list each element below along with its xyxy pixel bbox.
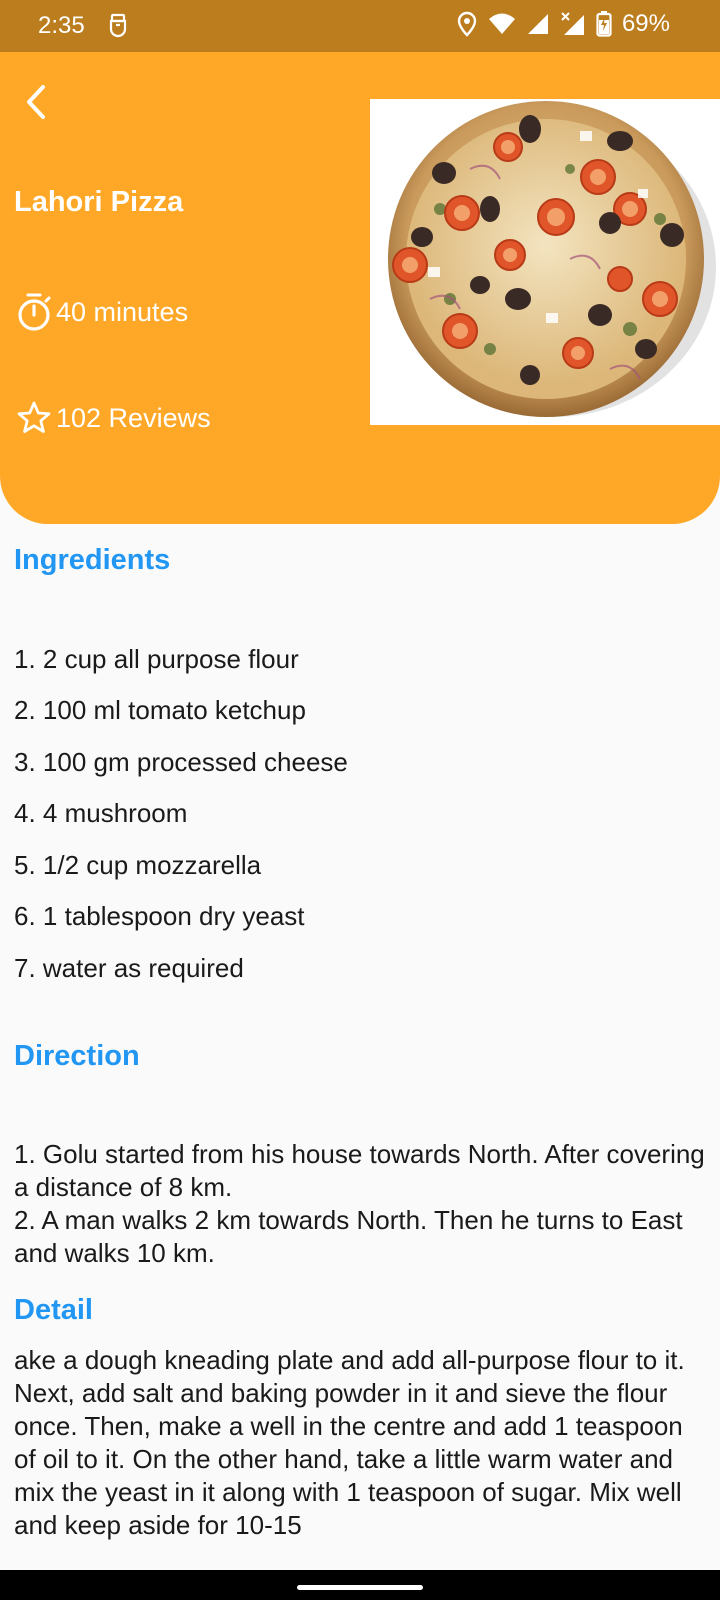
ingredient-item: 7. water as required	[14, 953, 244, 983]
usb-icon	[106, 12, 130, 38]
back-button[interactable]	[14, 78, 58, 126]
cook-time-label: 40 minutes	[56, 296, 189, 327]
detail-text: ake a dough kneading plate and add all-p…	[14, 1345, 685, 1540]
timer-icon	[18, 293, 51, 331]
direction-heading: Direction	[14, 1040, 140, 1072]
home-gesture-handle[interactable]	[297, 1585, 423, 1590]
recipe-header: Lahori Pizza 40 minutes 102 Reviews	[0, 52, 720, 524]
wifi-icon	[488, 12, 516, 36]
detail-heading: Detail	[14, 1294, 93, 1326]
signal-no-data-icon	[560, 11, 586, 37]
ingredient-item: 6. 1 tablespoon dry yeast	[14, 901, 305, 931]
direction-step: 2. A man walks 2 km towards North. Then …	[14, 1205, 683, 1268]
battery-percentage: 69%	[621, 10, 670, 37]
reviews-label: 102 Reviews	[56, 402, 211, 433]
reviews: 102 Reviews	[16, 400, 211, 436]
status-bar: 2:35 69%	[0, 0, 720, 52]
direction-step: 1. Golu started from his house towards N…	[14, 1139, 705, 1202]
location-icon	[456, 11, 478, 37]
ingredient-item: 5. 1/2 cup mozzarella	[14, 850, 262, 880]
status-time: 2:35	[38, 12, 85, 39]
cook-time: 40 minutes	[16, 292, 188, 332]
ingredient-item: 4. 4 mushroom	[14, 798, 188, 828]
battery-charging-icon	[596, 11, 612, 37]
star-outline-icon	[17, 401, 51, 433]
ingredient-item: 2. 100 ml tomato ketchup	[14, 695, 306, 725]
signal-icon	[526, 12, 550, 36]
status-icons: 69%	[456, 10, 670, 38]
chevron-left-icon	[27, 85, 45, 119]
recipe-title: Lahori Pizza	[14, 186, 184, 218]
pizza-photo	[370, 99, 720, 425]
ingredients-heading: Ingredients	[14, 544, 171, 576]
ingredient-item: 1. 2 cup all purpose flour	[14, 644, 299, 674]
ingredient-item: 3. 100 gm processed cheese	[14, 747, 348, 777]
